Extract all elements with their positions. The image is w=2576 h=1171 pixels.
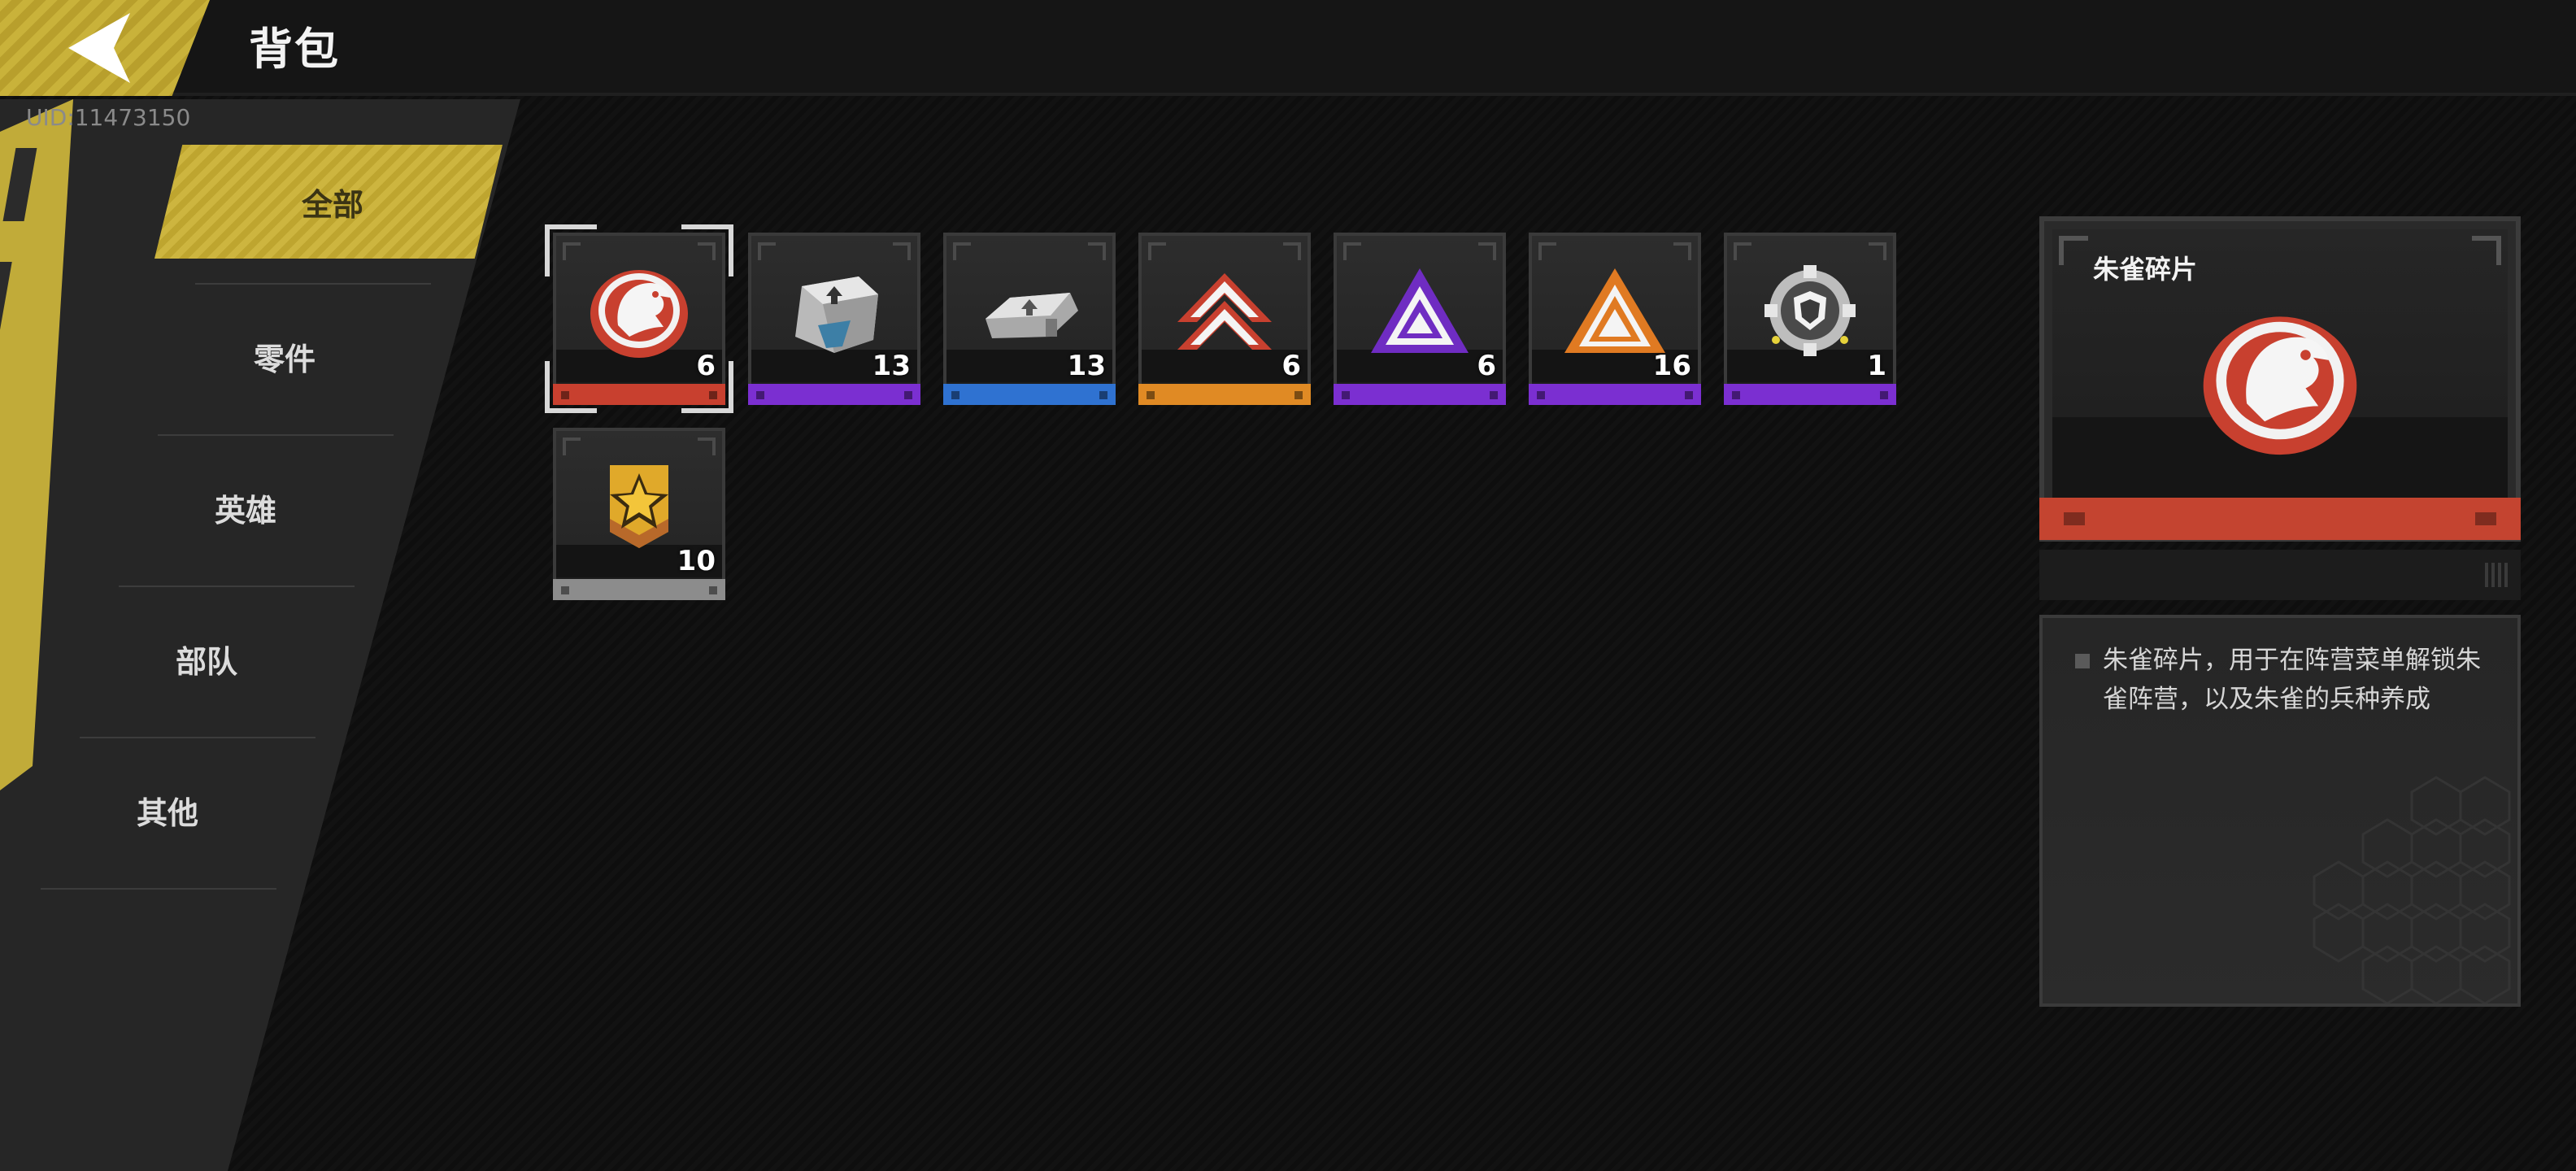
nav-divider: [41, 888, 276, 890]
nav-tab-troops[interactable]: 部队: [36, 602, 377, 716]
orange-triangle-icon: [1564, 268, 1665, 353]
rarity-bar: [1334, 384, 1506, 405]
inventory-item[interactable]: 10: [553, 428, 725, 600]
phoenix-emblem-icon: [2203, 316, 2357, 455]
detail-card: 朱雀碎片: [2039, 216, 2521, 542]
item-count: 6: [1477, 350, 1496, 382]
rarity-bar: [943, 384, 1116, 405]
nav-divider: [119, 586, 355, 587]
phoenix-emblem-icon: [590, 270, 688, 358]
detail-description: 朱雀碎片，用于在阵营菜单解锁朱雀阵营，以及朱雀的兵种养成: [2103, 646, 2481, 714]
item-count: 13: [872, 350, 911, 382]
selection-bracket: [681, 361, 733, 413]
nav-divider: [80, 737, 315, 738]
purple-triangle-icon: [1371, 268, 1469, 353]
item-count: 10: [677, 545, 716, 577]
inventory-item[interactable]: 6: [545, 224, 733, 413]
detail-description-box: 朱雀碎片，用于在阵营菜单解锁朱雀阵营，以及朱雀的兵种养成: [2039, 615, 2521, 1007]
bullet-marker: [2075, 654, 2090, 668]
inventory-item[interactable]: 6: [1334, 233, 1506, 405]
item-count: 1: [1867, 350, 1886, 382]
item-count: 6: [1281, 350, 1301, 382]
rarity-bar: [1724, 384, 1896, 405]
rarity-bar: [748, 384, 920, 405]
nav-divider: [158, 434, 394, 436]
back-arrow-icon: [68, 13, 130, 83]
back-button[interactable]: [0, 0, 210, 96]
detail-separator: [2039, 550, 2521, 600]
top-bar: 背包: [0, 0, 2576, 96]
selection-bracket: [545, 224, 597, 276]
hexagon-pattern-decoration: [2313, 776, 2511, 1003]
gold-star-badge-icon: [610, 465, 668, 548]
nav-tab-parts[interactable]: 零件: [114, 299, 455, 413]
silver-part-plate-icon: [986, 293, 1078, 338]
nav-tab-heroes[interactable]: 英雄: [75, 451, 416, 564]
inventory-screen: THE WAR UID:11473150 全部 零件 英雄 部队 其他 背包: [0, 0, 2576, 1171]
selection-bracket: [681, 224, 733, 276]
inventory-item[interactable]: 13: [748, 233, 920, 405]
item-count: 16: [1652, 350, 1691, 382]
nav-tab-other[interactable]: 其他: [0, 753, 338, 867]
rarity-bar: [553, 579, 725, 600]
shield-gear-icon: [1764, 265, 1856, 356]
item-count: 13: [1067, 350, 1106, 382]
nav-tab-label: 英雄: [214, 492, 276, 529]
red-chevron-icon: [1177, 273, 1272, 350]
nav-tab-all[interactable]: 全部: [154, 145, 503, 259]
inventory-item[interactable]: 16: [1529, 233, 1701, 405]
detail-rarity-bar: [2039, 498, 2521, 540]
nav-divider: [195, 283, 431, 285]
nav-tab-label: 其他: [136, 794, 198, 831]
silver-part-crate-icon: [795, 276, 878, 353]
inventory-item[interactable]: 6: [1138, 233, 1311, 405]
page-title: 背包: [249, 24, 340, 75]
detail-item-name: 朱雀碎片: [2093, 254, 2198, 285]
rarity-bar: [1529, 384, 1701, 405]
nav-tab-label: 部队: [175, 643, 237, 680]
inventory-item[interactable]: 1: [1724, 233, 1896, 405]
nav-tab-label: 零件: [253, 341, 315, 377]
item-detail-panel: 朱雀碎片 朱雀碎片，用于在阵营菜单解锁朱雀阵营，以及朱雀的兵种养成: [2039, 216, 2521, 1010]
rarity-bar: [1138, 384, 1311, 405]
nav-tab-label: 全部: [301, 186, 363, 223]
uid-label: UID:11473150: [26, 104, 191, 131]
inventory-item[interactable]: 13: [943, 233, 1116, 405]
selection-bracket: [545, 361, 597, 413]
barcode-icon: [2485, 563, 2508, 587]
